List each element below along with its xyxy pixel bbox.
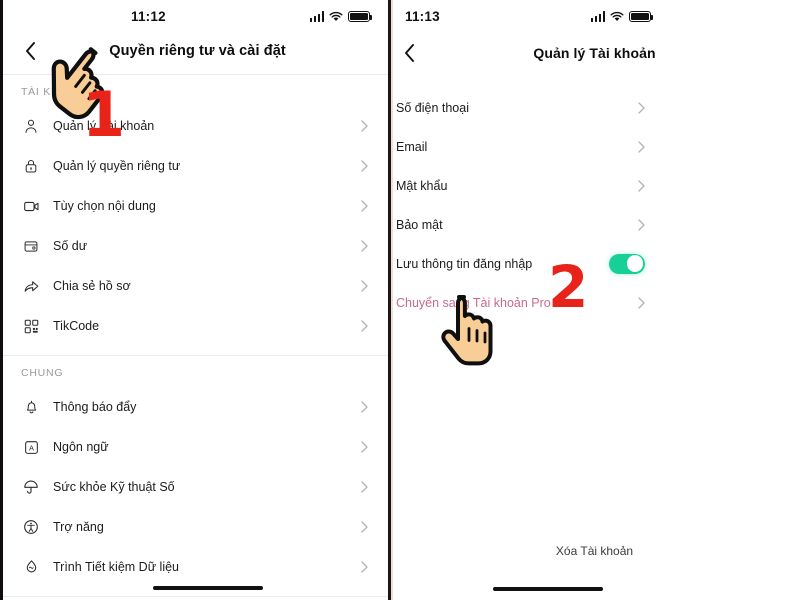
chevron-right-icon xyxy=(638,140,645,153)
row-tikcode[interactable]: TikCode xyxy=(3,306,388,346)
cellular-bars-icon xyxy=(591,11,606,22)
row-ngon-ngu[interactable]: A Ngôn ngữ xyxy=(3,427,388,467)
account-settings-list: Số điện thoại Email Mật khẩu Bảo mật Lưu… xyxy=(393,88,796,322)
chevron-right-icon xyxy=(638,179,645,192)
row-label: Tùy chọn nội dung xyxy=(53,199,156,213)
status-icons-left xyxy=(309,11,373,22)
page-title: Quản lý Tài khoản xyxy=(533,45,656,61)
umbrella-icon xyxy=(21,477,41,497)
share-arrow-icon xyxy=(21,276,41,296)
accessibility-icon xyxy=(21,517,41,537)
save-login-info-toggle[interactable] xyxy=(609,253,645,274)
status-time: 11:13 xyxy=(405,9,440,24)
svg-text:A: A xyxy=(28,443,33,452)
row-trinh-tiet-kiem-du-lieu[interactable]: Trình Tiết kiệm Dữ liệu xyxy=(3,547,388,587)
row-label: Email xyxy=(396,139,428,154)
wifi-icon xyxy=(610,11,624,22)
status-time: 11:12 xyxy=(131,9,166,24)
bell-icon xyxy=(21,397,41,417)
row-luu-thong-tin-dang-nhap[interactable]: Lưu thông tin đăng nhập xyxy=(393,244,796,283)
row-quan-ly-quyen-rieng-tu[interactable]: Quản lý quyền riêng tư xyxy=(3,146,388,186)
droplet-icon xyxy=(21,557,41,577)
chevron-right-icon xyxy=(361,120,368,132)
chevron-right-icon xyxy=(361,240,368,252)
row-label: Sức khỏe Kỹ thuật Số xyxy=(53,480,175,494)
chevron-right-icon xyxy=(361,200,368,212)
battery-full-icon xyxy=(348,11,373,22)
row-label: Số dư xyxy=(53,239,88,253)
row-label: Số điện thoại xyxy=(396,100,469,115)
status-icons-right xyxy=(591,11,654,22)
row-label: Lưu thông tin đăng nhập xyxy=(396,256,533,271)
chevron-right-icon xyxy=(361,521,368,533)
row-label: Trợ năng xyxy=(53,520,104,534)
screenshot-stage: 11:12 Quyền riêng tư và cài đặt TÀI KHOẢ… xyxy=(0,0,796,600)
row-suc-khoe-ky-thuat-so[interactable]: Sức khỏe Kỹ thuật Số xyxy=(3,467,388,507)
row-label: Quản lý quyền riêng tư xyxy=(53,159,181,173)
cellular-bars-icon xyxy=(309,11,324,22)
chevron-right-icon xyxy=(638,296,645,309)
page-title: Quyền riêng tư và cài đặt xyxy=(109,43,286,59)
row-label: Chia sẻ hồ sơ xyxy=(53,279,131,293)
wifi-icon xyxy=(329,11,343,22)
back-button[interactable] xyxy=(19,40,41,62)
row-label: Trình Tiết kiệm Dữ liệu xyxy=(53,560,179,574)
row-thong-bao-day[interactable]: Thông báo đẩy xyxy=(3,387,388,427)
back-button[interactable] xyxy=(398,42,420,64)
status-bar-left: 11:12 xyxy=(3,0,388,34)
row-label: Ngôn ngữ xyxy=(53,440,109,454)
row-quan-ly-tai-khoan[interactable]: Quản lý Tài khoản xyxy=(3,106,388,146)
person-icon xyxy=(21,116,41,136)
home-indicator-right xyxy=(493,586,603,591)
home-indicator-left xyxy=(153,585,263,590)
status-bar-right: 11:13 xyxy=(393,0,796,34)
row-tuy-chon-noi-dung[interactable]: Tùy chọn nội dung xyxy=(3,186,388,226)
row-label: Quản lý Tài khoản xyxy=(53,119,155,133)
video-icon xyxy=(21,196,41,216)
row-label: TikCode xyxy=(53,319,100,333)
chevron-right-icon xyxy=(361,280,368,292)
row-label: Mật khẩu xyxy=(396,178,448,193)
row-label: Thông báo đẩy xyxy=(53,400,137,414)
battery-full-icon xyxy=(629,11,654,22)
chevron-right-icon xyxy=(361,481,368,493)
section-header-general: CHUNG xyxy=(21,367,64,379)
language-a-icon: A xyxy=(21,437,41,457)
lock-icon xyxy=(21,156,41,176)
chevron-right-icon xyxy=(361,441,368,453)
section-header-account: TÀI KHOẢN xyxy=(21,86,85,98)
chevron-right-icon xyxy=(361,320,368,332)
row-chia-se-ho-so[interactable]: Chia sẻ hồ sơ xyxy=(3,266,388,306)
toggle-knob xyxy=(626,255,644,272)
row-chuyen-sang-tai-khoan-pro[interactable]: Chuyển sang Tài khoản Pro xyxy=(393,283,796,322)
phone-screen-privacy-settings: 11:12 Quyền riêng tư và cài đặt TÀI KHOẢ… xyxy=(0,0,388,600)
chevron-right-icon xyxy=(638,101,645,114)
nav-bar-right: Quản lý Tài khoản xyxy=(393,34,796,72)
qrcode-icon xyxy=(21,316,41,336)
row-bao-mat[interactable]: Bảo mật xyxy=(393,205,796,244)
row-label: Bảo mật xyxy=(396,217,443,232)
row-email[interactable]: Email xyxy=(393,127,796,166)
delete-account-button[interactable]: Xóa Tài khoản xyxy=(393,544,796,558)
row-so-du[interactable]: Số dư xyxy=(3,226,388,266)
row-so-dien-thoai[interactable]: Số điện thoại xyxy=(393,88,796,127)
row-label: Chuyển sang Tài khoản Pro xyxy=(396,295,551,310)
row-tro-nang[interactable]: Trợ năng xyxy=(3,507,388,547)
phone-screen-account-management: 11:13 Quản lý Tài khoản Số điện thoại Em… xyxy=(391,0,796,600)
chevron-right-icon xyxy=(361,401,368,413)
chevron-right-icon xyxy=(361,561,368,573)
row-mat-khau[interactable]: Mật khẩu xyxy=(393,166,796,205)
chevron-right-icon xyxy=(638,218,645,231)
wallet-icon xyxy=(21,236,41,256)
chevron-right-icon xyxy=(361,160,368,172)
nav-bar-left: Quyền riêng tư và cài đặt xyxy=(3,34,388,68)
